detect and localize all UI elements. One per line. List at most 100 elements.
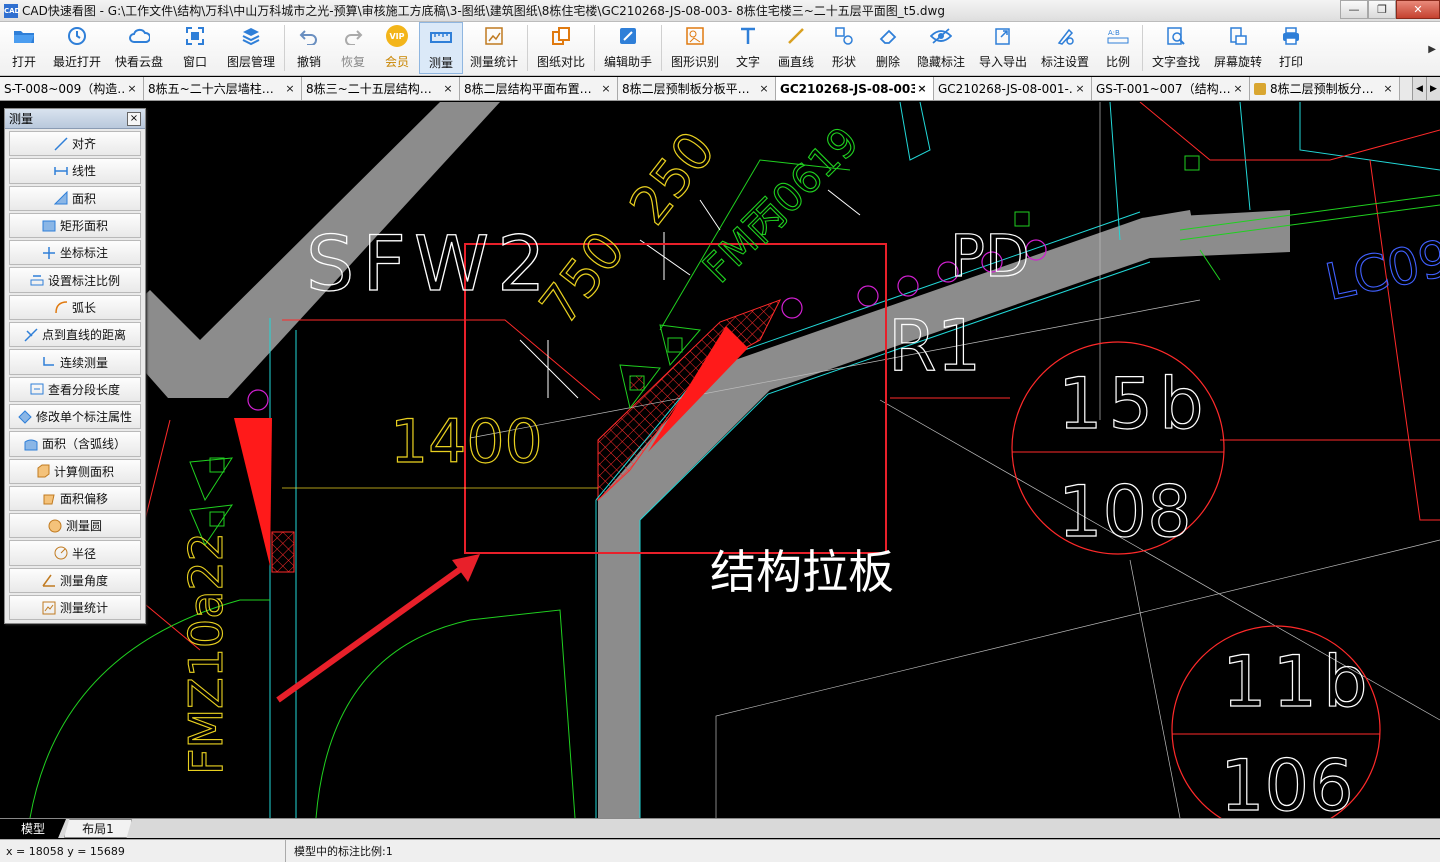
document-tab[interactable]: 8栋二层预制板分… × [1250,77,1400,100]
red-wedge-left [234,418,272,566]
close-tab-icon[interactable]: × [283,82,297,95]
label-sfw2: SFW2 [306,219,553,308]
draw-line-button[interactable]: 画直线 [770,22,822,74]
compare-button[interactable]: 图纸对比 [530,22,592,74]
tab-layout1[interactable]: 布局1 [64,819,132,838]
measure-stats-panel-button[interactable]: 测量统计 [9,595,141,621]
measure-edit-annotation-button[interactable]: 修改单个标注属性 [9,403,141,430]
toolbar-label: 最近打开 [52,55,101,69]
window-title: CAD快速看图 - G:\工作文件\结构\万科\中山万科城市之光-预算\审核施工… [22,4,945,18]
close-tab-icon[interactable]: × [599,82,613,95]
measure-area-offset-button[interactable]: 面积偏移 [9,485,141,512]
angle-icon [42,574,55,588]
annotation-arrow-head [452,554,480,582]
shape-recognize-button[interactable]: 图形识别 [664,22,726,74]
toolbar-label: 隐藏标注 [916,55,965,69]
toolbar-divider [284,25,285,71]
measure-arc-length-button[interactable]: 弧长 [9,294,141,321]
measure-area-button[interactable]: 面积 [9,185,141,211]
tab-next-icon[interactable]: ▶ [1426,77,1440,100]
document-tab[interactable]: 8栋三~二十五层结构… × [302,77,460,100]
document-tab[interactable]: GS-T-001~007（结构… × [1092,77,1250,100]
measure-scale-setting-button[interactable]: 设置标注比例 [9,267,141,293]
measure-point-line-button[interactable]: 点到直线的距离 [9,322,141,348]
coordinate-icon [42,246,55,259]
close-tab-icon[interactable]: × [1073,82,1087,95]
tab-model[interactable]: 模型 [0,819,66,838]
area-icon [53,191,68,205]
undo-button[interactable]: 撤销 [287,22,331,74]
folder-open-icon [13,25,35,47]
measure-angle-button[interactable]: 测量角度 [9,567,141,594]
close-tab-icon[interactable]: × [1231,82,1245,95]
scale-button[interactable]: A:B 比例 [1096,22,1140,74]
print-button[interactable]: 打印 [1269,22,1313,74]
document-tab-active[interactable]: GC210268-JS-08-003-…× [776,77,934,100]
layers-icon [240,25,262,47]
vip-button[interactable]: VIP 会员 [375,22,419,74]
hide-eye-icon [930,25,952,47]
layer-manager-button[interactable]: 图层管理 [220,22,282,74]
recent-button[interactable]: 最近打开 [46,22,108,74]
measure-linear-button[interactable]: 线性 [9,158,141,184]
toolbar-label: 图形识别 [670,55,719,69]
restore-button[interactable]: ❐ [1368,0,1396,19]
toolbar-more-icon[interactable]: ▶ [1428,44,1436,55]
cyan-boundary-lines [269,318,641,818]
measure-panel-title: 测量 [9,112,34,126]
close-tab-icon[interactable]: × [441,82,455,95]
cursor-coordinates: x = 18058 y = 15689 [0,840,286,862]
hide-annotation-button[interactable]: 隐藏标注 [910,22,972,74]
annotation-scale-status: 模型中的标注比例:1 [294,845,393,858]
toolbar-label: 会员 [384,55,409,69]
window-button[interactable]: 窗口 [170,22,220,74]
measure-coordinate-button[interactable]: 坐标标注 [9,240,141,266]
minimize-button[interactable]: — [1340,0,1368,19]
measure-rect-area-button[interactable]: 矩形面积 [9,212,141,239]
open-button[interactable]: 打开 [2,22,46,74]
side-area-icon [37,464,50,478]
toolbar-divider [594,25,595,71]
text-search-button[interactable]: 文字查找 [1145,22,1207,74]
ruler-icon [430,26,452,48]
close-window-button[interactable]: ✕ [1396,0,1440,19]
document-tab[interactable]: 8栋二层预制板分板平… × [618,77,776,100]
document-tab[interactable]: GC210268-JS-08-001-… × [934,77,1092,100]
toolbar-label: 恢复 [340,55,365,69]
label-r1: R1 [888,305,981,387]
toolbar-label: 打印 [1278,55,1303,69]
annotation-settings-button[interactable]: 标注设置 [1034,22,1096,74]
shape-recognize-icon [684,25,706,47]
close-tab-icon[interactable]: × [757,82,771,95]
measure-radius-button[interactable]: 半径 [9,540,141,566]
shapes-button[interactable]: 形状 [822,22,866,74]
document-tab[interactable]: 8栋二层结构平面布置… × [460,77,618,100]
measure-arc-area-button[interactable]: 面积（含弧线） [9,431,141,457]
measure-side-area-button[interactable]: 计算侧面积 [9,458,141,484]
measure-continuous-button[interactable]: 连续测量 [9,349,141,375]
text-search-icon [1165,25,1187,47]
redo-button[interactable]: 恢复 [331,22,375,74]
import-export-button[interactable]: 导入导出 [972,22,1034,74]
close-tab-icon[interactable]: × [915,82,929,95]
measure-segment-length-button[interactable]: 查看分段长度 [9,376,141,402]
linear-measure-icon [54,166,68,175]
close-tab-icon[interactable]: × [125,82,139,95]
document-tab[interactable]: 8栋五~二十六层墙柱… × [144,77,302,100]
measure-stats-button[interactable]: 测量统计 [463,22,525,74]
edit-assistant-button[interactable]: 编辑助手 [597,22,659,74]
text-button[interactable]: 文字 [726,22,770,74]
close-tab-icon[interactable]: × [1381,82,1395,95]
measure-align-button[interactable]: 对齐 [9,131,141,157]
delete-button[interactable]: 删除 [866,22,910,74]
document-tab[interactable]: S-T-008~009（构造… × [0,77,144,100]
drawing-canvas[interactable]: SFW2 750 250 FM丙0619 PD R1 1400 15b 108 … [0,102,1440,818]
label-pd: PD [950,222,1030,290]
toolbar-label: 图层管理 [226,55,275,69]
measure-circle-button[interactable]: 测量圆 [9,513,141,539]
cloud-drive-button[interactable]: 快看云盘 [108,22,170,74]
rotate-screen-button[interactable]: 屏幕旋转 [1207,22,1269,74]
measure-button[interactable]: 测量 [419,22,463,74]
tab-prev-icon[interactable]: ◀ [1412,77,1426,100]
close-panel-icon[interactable]: × [127,111,141,126]
